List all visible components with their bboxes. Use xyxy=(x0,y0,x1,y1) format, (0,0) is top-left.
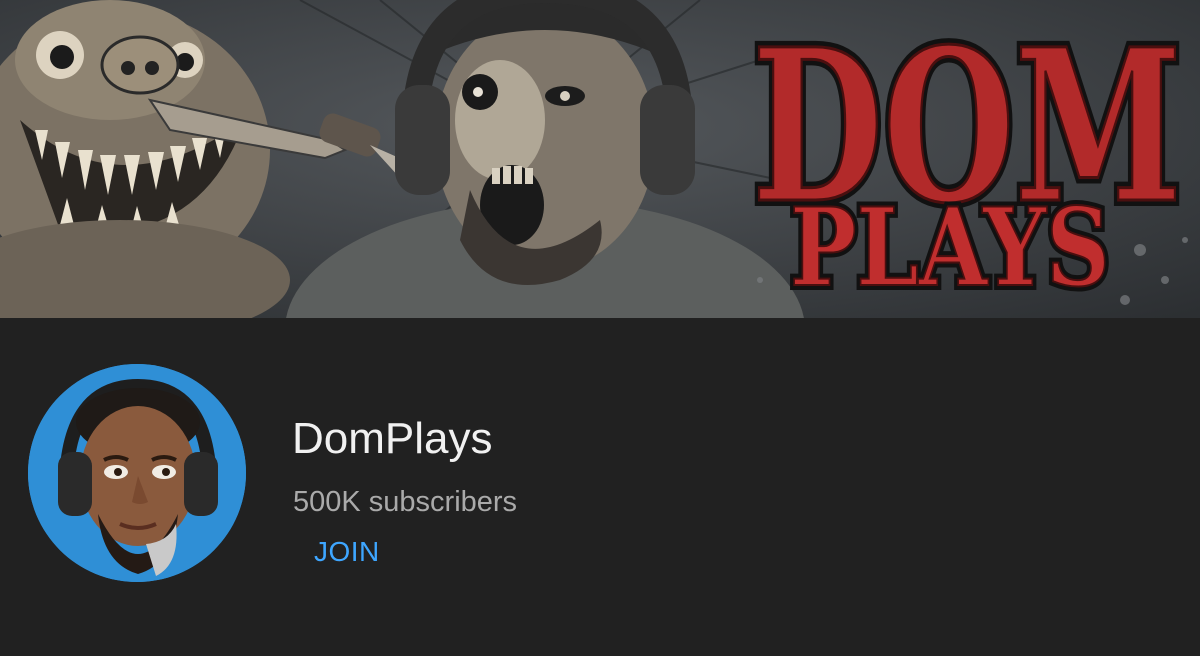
channel-header: DomPlays 500K subscribers JOIN xyxy=(0,318,1200,656)
avatar-image xyxy=(28,364,246,582)
join-button[interactable]: JOIN xyxy=(300,530,394,574)
banner-logo-plays: PLAYS xyxy=(790,185,1110,311)
channel-name[interactable]: DomPlays xyxy=(292,414,493,464)
channel-avatar[interactable] xyxy=(28,364,246,582)
channel-page: DOM DOM PLAYS PLAYS DomPlays 500K subscr… xyxy=(0,0,1200,656)
banner-artwork: DOM DOM PLAYS PLAYS xyxy=(0,0,1200,318)
channel-banner: DOM DOM PLAYS PLAYS xyxy=(0,0,1200,318)
subscriber-count: 500K subscribers xyxy=(293,486,518,518)
